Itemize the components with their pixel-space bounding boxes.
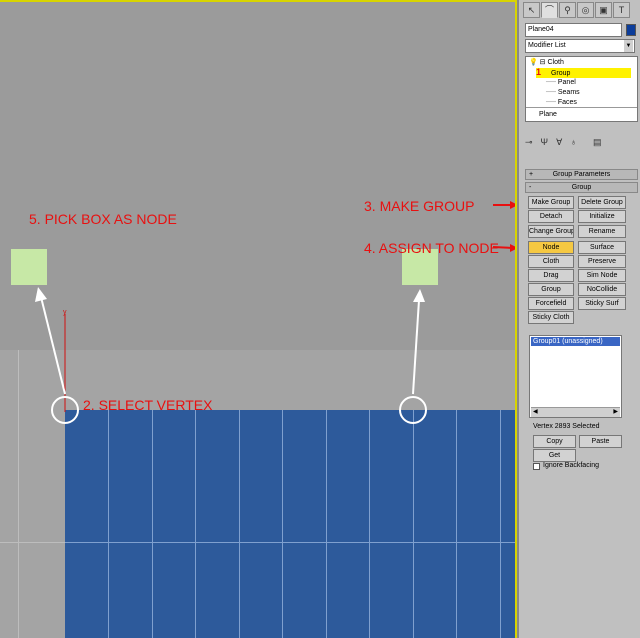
object-name-field[interactable]: Plane04 <box>525 23 622 37</box>
show-end-result-icon[interactable]: Ψ <box>541 137 549 151</box>
axis-label: y <box>63 309 67 316</box>
horizontal-scrollbar[interactable]: ◀ ▶ <box>531 407 620 417</box>
command-panel: ↖ ⌒ ⚲ ◎ ▣ T Plane04 Modifier List ▼ 💡 ⊟ … <box>517 0 640 638</box>
viewport[interactable]: y 5. PICK BOX AS NODE 3. MAKE GROUP 4. A… <box>0 0 517 638</box>
vertex-highlight-left <box>51 396 79 424</box>
stack-item-panel-label: Panel <box>557 79 576 86</box>
modifier-list-dropdown[interactable]: Modifier List ▼ <box>525 39 635 53</box>
stack-item-group[interactable]: 1 Group <box>536 68 631 78</box>
stack-toolbar: ⊸ Ψ ∀ ♁ ▤ <box>525 137 638 151</box>
stack-item-cloth-label: Cloth <box>547 59 564 66</box>
rollout-group-parameters[interactable]: + Group Parameters <box>525 169 638 180</box>
vertex-highlight-right <box>399 396 427 424</box>
command-panel-tabs: ↖ ⌒ ⚲ ◎ ▣ T <box>523 2 630 18</box>
rename-button[interactable]: Rename <box>578 225 626 238</box>
rollout-plus-icon: + <box>529 171 534 178</box>
motion-icon[interactable]: ◎ <box>577 2 594 18</box>
pin-stack-icon[interactable]: ⊸ <box>525 137 533 151</box>
scroll-right-icon[interactable]: ▶ <box>613 408 618 417</box>
display-icon[interactable]: ▣ <box>595 2 612 18</box>
initialize-button[interactable]: Initialize <box>578 210 626 223</box>
cloth-button[interactable]: Cloth <box>528 255 574 268</box>
detach-button[interactable]: Detach <box>528 210 574 223</box>
change-group-button[interactable]: Change Group <box>528 225 574 238</box>
bend-icon[interactable]: ⌒ <box>541 2 558 18</box>
paste-button[interactable]: Paste <box>579 435 622 448</box>
nocollide-button[interactable]: NoCollide <box>578 283 626 296</box>
group-button[interactable]: Group <box>528 283 574 296</box>
pointer-icon[interactable]: ↖ <box>523 2 540 18</box>
stack-item-seams-label: Seams <box>557 89 580 96</box>
node-button[interactable]: Node <box>528 241 574 254</box>
lightbulb-icon[interactable]: 💡 <box>529 59 538 66</box>
ignore-backfacing-checkbox[interactable] <box>533 463 540 470</box>
rollout-group-label: Group <box>571 184 592 191</box>
annotation-pick-box: 5. PICK BOX AS NODE <box>29 211 177 227</box>
selection-status: Vertex 2893 Selected <box>533 423 600 430</box>
make-unique-icon[interactable]: ∀ <box>556 137 562 151</box>
annotation-assign-node: 4. ASSIGN TO NODE <box>364 240 499 256</box>
stack-item-seams[interactable]: ── Seams <box>546 88 580 97</box>
group-list[interactable]: Group01 (unassigned) ◀ ▶ <box>529 335 622 418</box>
sim-node-button[interactable]: Sim Node <box>578 269 626 282</box>
remove-modifier-icon[interactable]: ♁ <box>570 137 577 151</box>
drag-button[interactable]: Drag <box>528 269 574 282</box>
surface-button[interactable]: Surface <box>578 241 626 254</box>
make-group-button[interactable]: Make Group <box>528 196 574 209</box>
stack-item-faces[interactable]: ── Faces <box>546 98 577 107</box>
scroll-left-icon[interactable]: ◀ <box>533 408 538 417</box>
annotation-step1: 1 <box>536 67 542 77</box>
get-button[interactable]: Get <box>533 449 576 462</box>
sticky-cloth-button[interactable]: Sticky Cloth <box>528 311 574 324</box>
stack-item-panel[interactable]: ── Panel <box>546 78 576 87</box>
expand-icon[interactable]: ⊟ <box>540 59 546 66</box>
modifier-list-label: Modifier List <box>528 42 566 49</box>
rollout-minus-icon: - <box>529 184 532 191</box>
annotation-make-group: 3. MAKE GROUP <box>364 198 475 214</box>
stack-item-faces-label: Faces <box>557 99 577 106</box>
group-list-item[interactable]: Group01 (unassigned) <box>531 337 620 346</box>
chevron-down-icon[interactable]: ▼ <box>624 40 633 52</box>
delete-group-button[interactable]: Delete Group <box>578 196 626 209</box>
modifier-stack: 💡 ⊟ Cloth 1 Group ── Panel ── Seams ── F… <box>525 56 638 122</box>
hierarchy-icon[interactable]: ⚲ <box>559 2 576 18</box>
rollout-group[interactable]: - Group <box>525 182 638 193</box>
sticky-surf-button[interactable]: Sticky Surf <box>578 297 626 310</box>
stack-item-plane[interactable]: Plane <box>539 110 557 119</box>
rollout-group-parameters-label: Group Parameters <box>552 171 611 178</box>
stack-item-cloth[interactable]: 💡 ⊟ Cloth <box>529 58 564 67</box>
copy-button[interactable]: Copy <box>533 435 576 448</box>
ignore-backfacing-label: Ignore Backfacing <box>543 462 600 469</box>
stack-item-group-label: Group <box>550 70 571 77</box>
utility-icon[interactable]: T <box>613 2 630 18</box>
object-color-swatch[interactable] <box>626 24 636 36</box>
preserve-button[interactable]: Preserve <box>578 255 626 268</box>
forcefield-button[interactable]: Forcefield <box>528 297 574 310</box>
configure-sets-icon[interactable]: ▤ <box>593 137 602 151</box>
annotation-select-vertex: 2. SELECT VERTEX <box>83 397 213 413</box>
annotation-overlay: y <box>35 201 515 412</box>
